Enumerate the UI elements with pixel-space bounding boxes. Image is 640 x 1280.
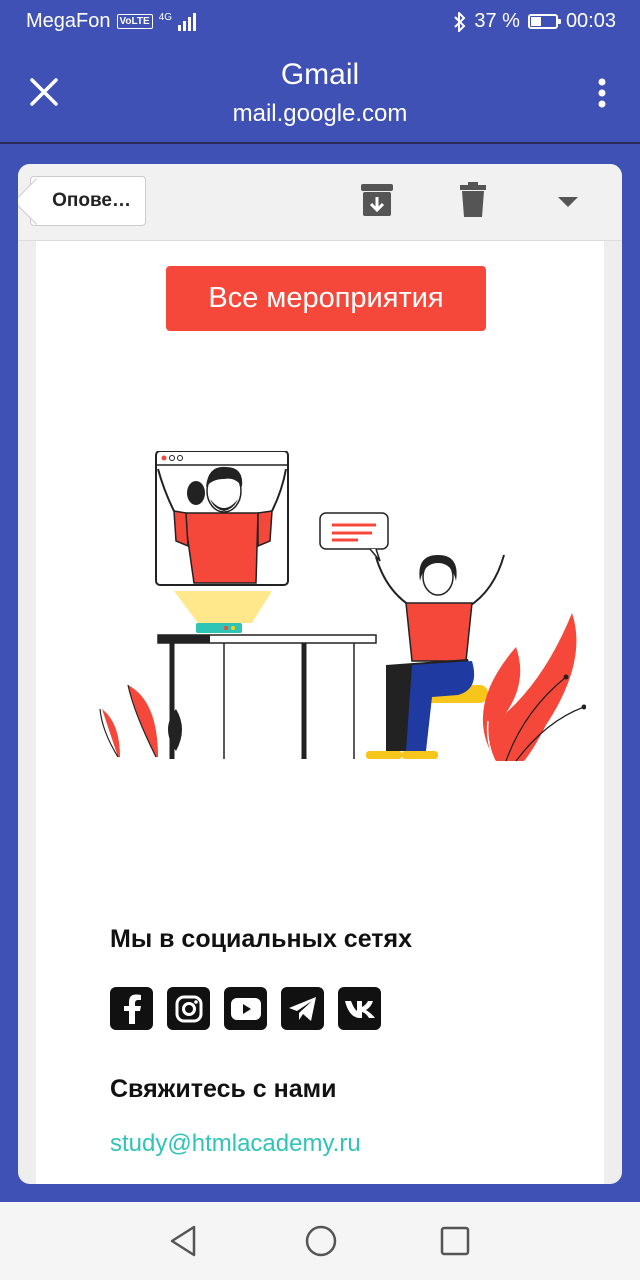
social-links <box>110 987 381 1030</box>
app-bar-divider <box>0 142 640 144</box>
social-title: Мы в социальных сетях <box>110 925 413 953</box>
carrier-name: MegaFon <box>26 10 111 32</box>
email-body: Все мероприятия Мы в социальных сетях Св… <box>36 241 604 1184</box>
home-icon[interactable] <box>304 1224 338 1258</box>
back-button[interactable]: Опове… <box>30 176 146 226</box>
volte-badge: VoLTE <box>116 14 153 29</box>
facebook-icon[interactable] <box>110 987 153 1030</box>
archive-icon[interactable] <box>360 182 394 218</box>
recents-icon[interactable] <box>440 1226 470 1256</box>
all-events-button[interactable]: Все мероприятия <box>166 266 486 331</box>
back-label: Опове… <box>52 190 131 211</box>
trash-icon[interactable] <box>459 182 487 218</box>
telegram-icon[interactable] <box>281 987 324 1030</box>
battery-percent: 37 % <box>474 10 520 32</box>
back-icon[interactable] <box>168 1224 198 1258</box>
contact-email-link[interactable]: study@htmlacademy.ru <box>110 1130 361 1158</box>
email-toolbar: Опове… <box>18 164 622 241</box>
signal-icon <box>178 12 197 31</box>
video-call-illustration <box>99 451 586 762</box>
status-bar: MegaFon VoLTE 4G 37 % 00:03 <box>0 0 640 44</box>
clock: 00:03 <box>565 10 616 32</box>
vk-icon[interactable] <box>338 987 381 1030</box>
app-title: Gmail <box>280 58 360 91</box>
more-icon[interactable] <box>598 78 606 108</box>
app-bar: Gmail mail.google.com <box>0 44 640 142</box>
battery-icon <box>527 14 561 29</box>
email-card: Опове… Все мероприятия Мы в социальных с… <box>18 164 622 1184</box>
network-type: 4G <box>158 11 173 23</box>
dropdown-icon[interactable] <box>558 196 578 208</box>
navigation-bar <box>0 1202 640 1280</box>
contact-title: Свяжитесь с нами <box>110 1075 337 1103</box>
page-url: mail.google.com <box>232 100 408 127</box>
youtube-icon[interactable] <box>224 987 267 1030</box>
bluetooth-icon <box>454 11 466 32</box>
instagram-icon[interactable] <box>167 987 210 1030</box>
